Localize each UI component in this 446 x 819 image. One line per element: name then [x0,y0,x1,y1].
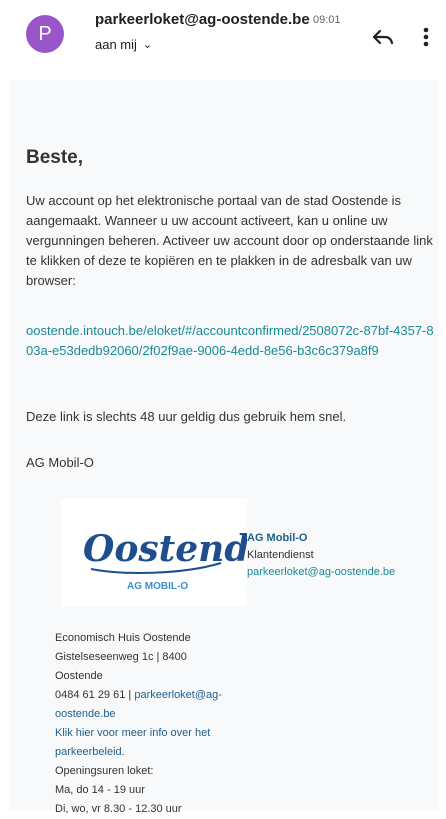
address-block: Economisch Huis Oostende Gistelseseenweg… [55,629,255,819]
email-paragraph: Deze link is slechts 48 uur geldig dus g… [26,409,347,424]
email-body: Beste, Uw account op het elektronische p… [9,80,439,815]
svg-text:AG MOBIL-O: AG MOBIL-O [127,581,188,592]
chevron-down-icon: ⌄ [142,39,153,51]
timestamp: 09:01 [313,14,341,26]
footer-email-link[interactable]: oostende.be [55,705,255,724]
sender-address[interactable]: parkeerloket@ag-oostende.be [95,11,310,28]
address-line: Gistelseseenweg 1c | 8400 [55,651,187,663]
phone-line: 0484 61 29 61 | parkeerloket@ag- [55,686,255,705]
signature-contact: AG Mobil-O Klantendienst parkeerloket@ag… [247,530,395,581]
opening-hours-line: Di, wo, vr 8.30 - 12.30 uur [55,803,182,815]
phone-number: 0484 61 29 61 | [55,689,135,701]
oostende-logo: Oostende AG MOBIL-O [83,528,247,592]
email-paragraph: Uw account op het elektronische portaal … [26,193,433,288]
recipient-label: aan mij [95,37,137,52]
reply-button[interactable] [368,22,398,52]
parking-info-link[interactable]: Klik hier voor meer info over het [55,724,255,743]
opening-hours-line: Ma, do 14 - 19 uur [55,784,145,796]
email-signoff: AG Mobil-O [26,455,94,470]
address-line: Oostende [55,670,103,682]
activation-link[interactable]: oostende.intouch.be/eloket/#/accountconf… [26,321,434,361]
sender-avatar[interactable]: P [26,15,64,53]
more-options-button[interactable] [416,22,436,52]
email-header: P parkeerloket@ag-oostende.be 09:01 aan … [0,0,446,80]
email-greeting: Beste, [26,147,84,168]
signature-department: Klantendienst [247,549,314,561]
signature-email-link[interactable]: parkeerloket@ag-oostende.be [247,564,395,581]
footer-email-link[interactable]: parkeerloket@ag- [134,689,222,701]
svg-text:Oostende: Oostende [83,528,247,570]
signature-logo: Oostende AG MOBIL-O [61,499,247,607]
opening-hours-title: Openingsuren loket: [55,765,154,777]
more-vert-icon [423,27,429,47]
signature-name: AG Mobil-O [247,532,308,544]
parking-info-link[interactable]: parkeerbeleid. [55,743,255,762]
address-line: Economisch Huis Oostende [55,632,191,644]
recipient-details-toggle[interactable]: aan mij ⌄ [95,37,152,52]
reply-icon [372,29,394,45]
